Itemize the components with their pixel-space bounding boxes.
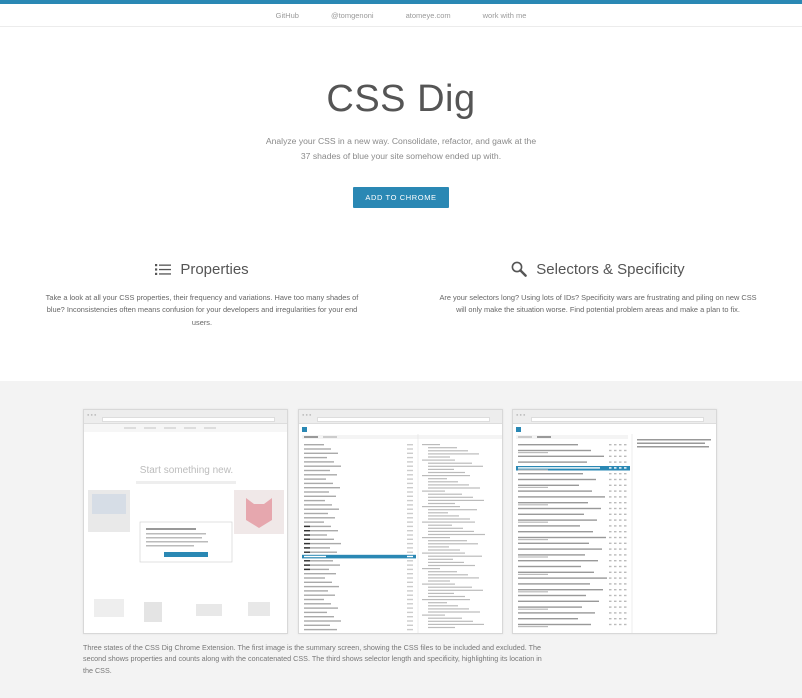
screenshot-properties: ● ● ● — [298, 409, 503, 634]
magnifier-icon — [511, 261, 528, 277]
screenshot-selectors: ● ● ● — [512, 409, 717, 634]
list-icon — [155, 263, 172, 276]
hero-subtitle: Analyze your CSS in a new way. Consolida… — [265, 136, 537, 161]
screenshot-summary: ● ● ● Start something new. — [83, 409, 288, 634]
feature-selectors-description: Are your selectors long? Using lots of I… — [439, 293, 757, 315]
top-nav: GitHub @tomgenoni atomeye.com work with … — [0, 4, 802, 27]
add-to-chrome-button[interactable]: ADD TO CHROME — [353, 187, 449, 208]
page-title: CSS Dig — [326, 78, 476, 120]
feature-properties-description: Take a look at all your CSS properties, … — [45, 293, 359, 327]
screenshot-summary-heading: Start something new. — [139, 465, 234, 476]
screenshots-caption: Three states of the CSS Dig Chrome Exten… — [83, 643, 542, 675]
nav-link-twitter[interactable]: @tomgenoni — [315, 11, 390, 20]
nav-link-work-with-me[interactable]: work with me — [467, 11, 543, 20]
nav-link-atomeye[interactable]: atomeye.com — [390, 11, 467, 20]
feature-properties: Properties Take a look at all your CSS p… — [42, 258, 362, 329]
nav-link-github[interactable]: GitHub — [260, 11, 315, 20]
feature-properties-title: Properties — [180, 260, 249, 278]
feature-selectors-title: Selectors & Specificity — [536, 260, 685, 278]
feature-selectors: Selectors & Specificity Are your selecto… — [438, 258, 758, 317]
